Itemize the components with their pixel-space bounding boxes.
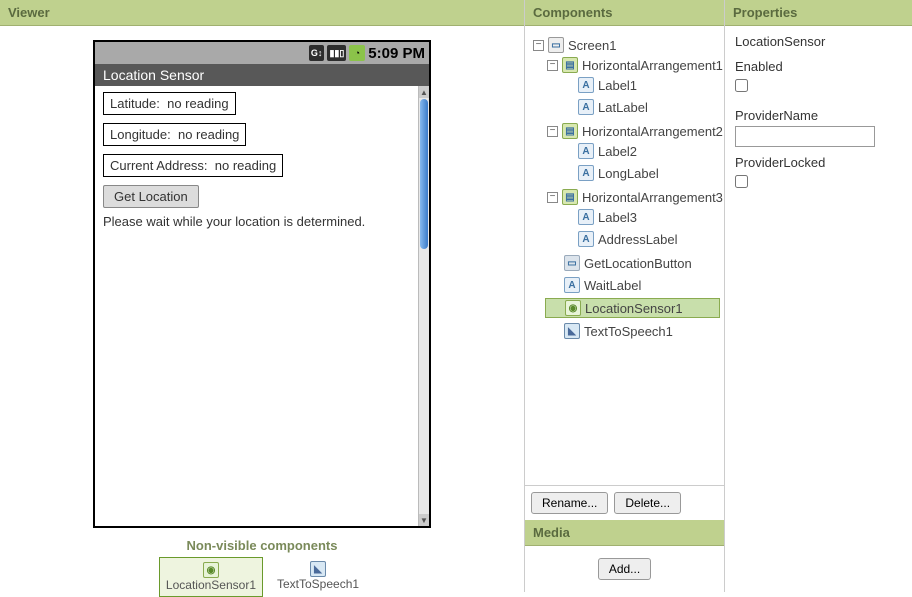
label-icon: A	[578, 143, 594, 159]
viewer-panel-header: Viewer	[0, 0, 524, 26]
label-icon: A	[578, 77, 594, 93]
scroll-up-icon[interactable]: ▲	[419, 86, 429, 98]
tree-label: LatLabel	[598, 100, 648, 115]
wait-label[interactable]: Please wait while your location is deter…	[103, 214, 410, 229]
media-panel-header: Media	[525, 520, 724, 546]
tree-node-longlabel[interactable]: A LongLabel	[559, 164, 720, 182]
status-time: 5:09 PM	[368, 45, 425, 62]
longitude-row[interactable]: Longitude: no reading	[103, 123, 246, 146]
add-media-button[interactable]: Add...	[598, 558, 651, 580]
tree-label: LocationSensor1	[585, 301, 683, 316]
collapse-icon[interactable]: −	[547, 126, 558, 137]
tree-label: Label3	[598, 210, 637, 225]
components-panel-header: Components	[525, 0, 724, 26]
delete-button[interactable]: Delete...	[614, 492, 681, 514]
label-icon: A	[578, 99, 594, 115]
address-value: no reading	[215, 158, 276, 173]
provider-locked-checkbox[interactable]	[735, 175, 748, 188]
tree-label: HorizontalArrangement1	[582, 58, 723, 73]
location-icon: ◉	[203, 562, 219, 578]
layout-icon: ▤	[562, 57, 578, 73]
rename-button[interactable]: Rename...	[531, 492, 608, 514]
nonvisible-item-label: TextToSpeech1	[277, 577, 359, 591]
speech-icon: ◣	[310, 561, 326, 577]
phone-scrollbar[interactable]: ▲ ▼	[418, 86, 429, 526]
components-panel: Components − ▭ Screen1 − ▤ Horizon	[525, 0, 725, 592]
app-title-bar: Location Sensor	[95, 64, 429, 86]
address-label: Current Address:	[110, 158, 208, 173]
enabled-label: Enabled	[735, 59, 902, 74]
tree-label: HorizontalArrangement2	[582, 124, 723, 139]
tree-node-label3[interactable]: A Label3	[559, 208, 720, 226]
speech-icon: ◣	[564, 323, 580, 339]
collapse-icon[interactable]: −	[547, 192, 558, 203]
phone-preview: G↕ ▮▮▯ ◔ 5:09 PM Location Sensor Latitud…	[93, 40, 431, 528]
latitude-value: no reading	[167, 96, 228, 111]
tree-node-addresslabel[interactable]: A AddressLabel	[559, 230, 720, 248]
latitude-label: Latitude:	[110, 96, 160, 111]
tree-node-label1[interactable]: A Label1	[559, 76, 720, 94]
properties-panel: Properties LocationSensor Enabled Provid…	[725, 0, 912, 592]
tree-label: TextToSpeech1	[584, 324, 673, 339]
location-icon: ◉	[565, 300, 581, 316]
tree-label: Label1	[598, 78, 637, 93]
scroll-thumb[interactable]	[420, 99, 428, 249]
provider-name-label: ProviderName	[735, 108, 902, 123]
phone-status-bar: G↕ ▮▮▯ ◔ 5:09 PM	[95, 42, 429, 64]
properties-panel-header: Properties	[725, 0, 912, 26]
layout-icon: ▤	[562, 123, 578, 139]
tree-node-label2[interactable]: A Label2	[559, 142, 720, 160]
label-icon: A	[578, 165, 594, 181]
get-location-button[interactable]: Get Location	[103, 185, 199, 208]
tree-node-waitlabel[interactable]: A WaitLabel	[545, 276, 720, 294]
enabled-checkbox[interactable]	[735, 79, 748, 92]
longitude-label: Longitude:	[110, 127, 171, 142]
address-row[interactable]: Current Address: no reading	[103, 154, 283, 177]
tree-node-harrangement2[interactable]: − ▤ HorizontalArrangement2	[545, 122, 720, 140]
label-icon: A	[578, 231, 594, 247]
collapse-icon[interactable]: −	[547, 60, 558, 71]
tree-node-getlocationbutton[interactable]: ▭ GetLocationButton	[545, 254, 720, 272]
battery-icon: ◔	[349, 45, 365, 61]
tree-label: HorizontalArrangement3	[582, 190, 723, 205]
tree-node-harrangement3[interactable]: − ▤ HorizontalArrangement3	[545, 188, 720, 206]
nonvisible-text-to-speech[interactable]: ◣ TextToSpeech1	[271, 557, 365, 597]
non-visible-title: Non-visible components	[187, 538, 338, 553]
tree-node-texttospeech1[interactable]: ◣ TextToSpeech1	[545, 322, 720, 340]
longitude-value: no reading	[178, 127, 239, 142]
gps-icon: G↕	[309, 45, 325, 61]
layout-icon: ▤	[562, 189, 578, 205]
tree-node-locationsensor1[interactable]: ◉ LocationSensor1	[545, 298, 720, 318]
nonvisible-item-label: LocationSensor1	[166, 578, 256, 592]
tree-label: GetLocationButton	[584, 256, 692, 271]
tree-label: LongLabel	[598, 166, 659, 181]
viewer-panel: Viewer G↕ ▮▮▯ ◔ 5:09 PM Location Sensor …	[0, 0, 525, 592]
provider-locked-label: ProviderLocked	[735, 155, 902, 170]
tree-node-screen1[interactable]: − ▭ Screen1	[531, 36, 720, 54]
screen-icon: ▭	[548, 37, 564, 53]
components-tree: − ▭ Screen1 − ▤ HorizontalArrangement1	[525, 26, 724, 485]
label-icon: A	[578, 209, 594, 225]
label-icon: A	[564, 277, 580, 293]
selected-component-name: LocationSensor	[735, 34, 902, 49]
provider-name-input[interactable]	[735, 126, 875, 147]
nonvisible-location-sensor[interactable]: ◉ LocationSensor1	[159, 557, 263, 597]
collapse-icon[interactable]: −	[533, 40, 544, 51]
latitude-row[interactable]: Latitude: no reading	[103, 92, 236, 115]
signal-icon: ▮▮▯	[327, 45, 346, 61]
tree-node-harrangement1[interactable]: − ▤ HorizontalArrangement1	[545, 56, 720, 74]
tree-label: AddressLabel	[598, 232, 678, 247]
tree-label: Screen1	[568, 38, 616, 53]
button-icon: ▭	[564, 255, 580, 271]
tree-node-latlabel[interactable]: A LatLabel	[559, 98, 720, 116]
tree-label: Label2	[598, 144, 637, 159]
scroll-down-icon[interactable]: ▼	[419, 514, 429, 526]
tree-label: WaitLabel	[584, 278, 641, 293]
